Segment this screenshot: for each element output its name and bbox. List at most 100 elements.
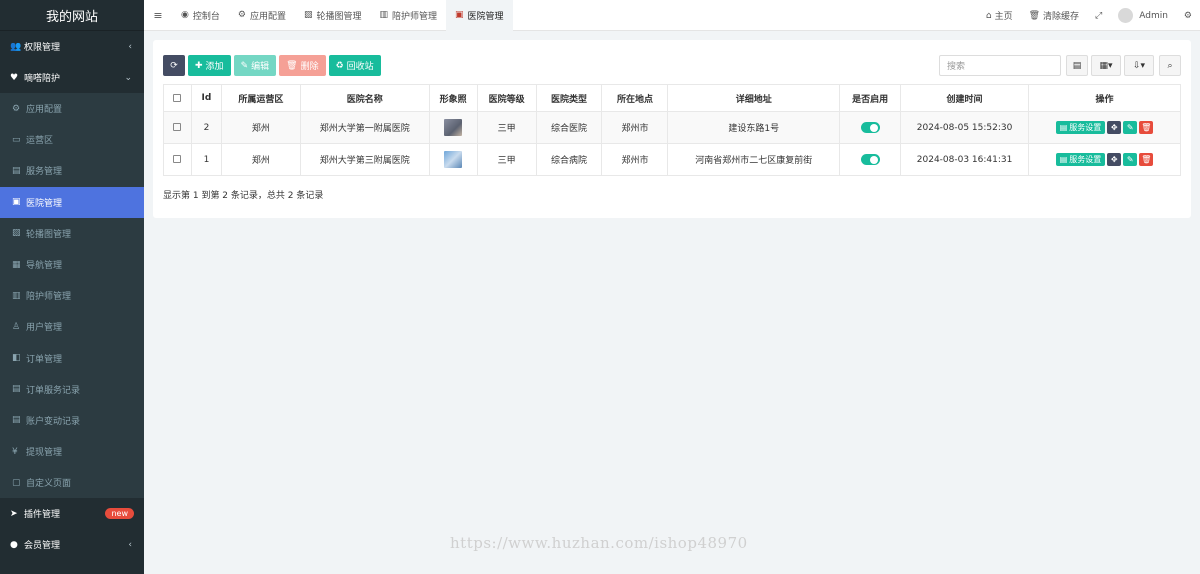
sidebar-item-label: 订单管理 <box>26 354 63 365</box>
columns-button[interactable]: ▦▾ <box>1091 55 1121 76</box>
row-edit-button[interactable]: ✎ <box>1123 153 1138 166</box>
column-header[interactable]: 医院类型 <box>535 84 603 112</box>
cell-created: 2024-08-05 15:52:30 <box>900 111 1029 144</box>
cell-enabled <box>839 143 902 176</box>
tab-dashboard[interactable]: ◉ 控制台 <box>172 0 229 31</box>
column-header[interactable]: 医院名称 <box>299 84 430 112</box>
delete-button[interactable]: 🗑 删除 <box>279 55 326 76</box>
sidebar-item-hospital[interactable]: ▣ 医院管理 <box>0 186 144 218</box>
sidebar-item-order-service-log[interactable]: ▤ 订单服务记录 <box>0 374 144 405</box>
settings-icon[interactable]: ⚙ <box>1176 11 1200 21</box>
row-select-cell[interactable] <box>163 111 192 144</box>
user-name: Admin <box>1139 10 1168 21</box>
sidebar-group-member[interactable]: ● 会员管理 ‹ <box>0 529 144 560</box>
select-all-cell[interactable] <box>163 84 192 112</box>
row-edit-button[interactable]: ✎ <box>1123 121 1138 134</box>
row-delete-button[interactable]: 🗑 <box>1139 153 1154 166</box>
sidebar-item-label: 服务管理 <box>26 167 63 178</box>
sidebar-item-user[interactable]: ♙ 用户管理 <box>0 311 144 342</box>
service-settings-button[interactable]: ▤ 服务设置 <box>1055 153 1106 166</box>
hospital-photo[interactable] <box>444 151 463 168</box>
row-select-cell[interactable] <box>163 143 192 176</box>
search-input[interactable]: 搜索 <box>939 55 1061 76</box>
sidebar-item-region[interactable]: ▭ 运营区 <box>0 124 144 155</box>
avatar <box>1118 8 1134 23</box>
cell-id: 2 <box>190 111 222 144</box>
id-card-icon: ▥ <box>12 290 21 301</box>
row-delete-button[interactable]: 🗑 <box>1139 121 1154 134</box>
fullscreen-icon[interactable]: ⤢ <box>1087 11 1110 21</box>
clipboard-icon: ◧ <box>12 353 21 364</box>
row-checkbox[interactable] <box>173 155 182 163</box>
tab-label: 控制台 <box>192 11 220 22</box>
home-label: 主页 <box>994 12 1013 22</box>
column-header[interactable]: 形象照 <box>428 84 478 112</box>
table-row[interactable]: 1 郑州 郑州大学第三附属医院 三甲 综合病院 郑州市 河南省郑州市二七区康复前… <box>163 143 1181 176</box>
tab-banner[interactable]: ▨ 轮播图管理 <box>295 0 371 31</box>
sidebar-item-custom-page[interactable]: ▢ 自定义页面 <box>0 467 144 498</box>
column-header[interactable]: 创建时间 <box>900 84 1029 112</box>
tab-app-config[interactable]: ⚙ 应用配置 <box>229 0 295 31</box>
search-toggle-button[interactable]: ⌕ <box>1159 55 1181 76</box>
chevron-left-icon: ‹ <box>128 539 132 550</box>
delete-label: 删除 <box>300 61 319 71</box>
home-icon: ⌂ <box>985 10 992 21</box>
add-button[interactable]: ✚ 添加 <box>188 55 231 76</box>
column-header[interactable]: 所属运营区 <box>220 84 301 112</box>
recycle-bin-button[interactable]: ♻ 回收站 <box>328 55 381 76</box>
refresh-button[interactable]: ⟳ <box>163 55 185 76</box>
id-card-icon: ▥ <box>379 10 389 20</box>
export-button[interactable]: ⇩▾ <box>1124 55 1154 76</box>
clear-cache-button[interactable]: 🗑 清除缓存 <box>1021 9 1087 23</box>
sidebar-group-auth[interactable]: 👥 权限管理 ‹ <box>0 31 144 62</box>
home-link[interactable]: ⌂ 主页 <box>978 9 1021 23</box>
enabled-toggle[interactable] <box>860 154 880 165</box>
column-header[interactable]: 是否启用 <box>839 84 902 112</box>
tab-label: 轮播图管理 <box>316 11 362 22</box>
column-header[interactable]: 所在地点 <box>601 84 669 112</box>
gear-icon: ⚙ <box>12 103 21 114</box>
sidebar-group-care[interactable]: ♥ 嘀嗒陪护 ⌄ <box>0 62 144 93</box>
user-menu[interactable]: Admin <box>1110 8 1176 23</box>
drag-sort-button[interactable]: ✥ <box>1107 121 1122 134</box>
sidebar-item-label: 应用配置 <box>26 105 63 116</box>
column-header[interactable]: Id <box>190 84 222 112</box>
file-icon: ▢ <box>12 477 21 488</box>
heart-icon: ♥ <box>10 72 19 83</box>
drag-sort-button[interactable]: ✥ <box>1107 153 1122 166</box>
column-header[interactable]: 医院等级 <box>476 84 537 112</box>
tab-hospital[interactable]: ▣ 医院管理 <box>446 0 513 31</box>
sidebar-item-banner[interactable]: ▨ 轮播图管理 <box>0 218 144 249</box>
sidebar-item-withdraw[interactable]: ¥ 提现管理 <box>0 436 144 467</box>
sidebar-item-app-config[interactable]: ⚙ 应用配置 <box>0 93 144 124</box>
save-icon: ▤ <box>12 384 21 395</box>
trash-icon: 🗑 <box>1141 155 1152 164</box>
brand-title[interactable]: 我的网站 <box>0 0 144 31</box>
service-settings-label: 服务设置 <box>1069 123 1102 132</box>
sidebar-item-label: 陪护师管理 <box>26 292 72 303</box>
sidebar-item-label: 账户变动记录 <box>26 416 81 427</box>
cell-id: 1 <box>190 143 222 176</box>
trash-icon: 🗑 <box>1141 123 1152 132</box>
enabled-toggle[interactable] <box>860 122 880 133</box>
table-row[interactable]: 2 郑州 郑州大学第一附属医院 三甲 综合医院 郑州市 建设东路1号 2024-… <box>163 111 1181 144</box>
sidebar-item-nav[interactable]: ▦ 导航管理 <box>0 249 144 280</box>
toggle-view-button[interactable]: ▤ <box>1066 55 1088 76</box>
tab-caregiver[interactable]: ▥ 陪护师管理 <box>371 0 447 31</box>
service-settings-button[interactable]: ▤ 服务设置 <box>1055 121 1106 134</box>
sidebar-item-caregiver[interactable]: ▥ 陪护师管理 <box>0 280 144 311</box>
sidebar-item-service[interactable]: ▤ 服务管理 <box>0 155 144 186</box>
row-checkbox[interactable] <box>173 123 182 131</box>
sidebar-item-order[interactable]: ◧ 订单管理 <box>0 343 144 374</box>
sidebar-group-plugin[interactable]: ➤ 插件管理 new <box>0 498 144 529</box>
hospital-panel: ⟳ ✚ 添加 ✎ 编辑 🗑 删除 ♻ 回收站 搜索 ▤ ▦▾ ⇩▾ ⌕ Id 所属运营区… <box>153 40 1191 218</box>
select-all-checkbox[interactable] <box>173 93 182 102</box>
hospital-photo[interactable] <box>444 119 463 136</box>
sidebar-item-account-log[interactable]: ▤ 账户变动记录 <box>0 405 144 436</box>
cell-level: 三甲 <box>476 111 537 144</box>
cell-photo <box>428 111 478 144</box>
column-header[interactable]: 详细地址 <box>667 84 841 112</box>
edit-button[interactable]: ✎ 编辑 <box>233 55 277 76</box>
cell-enabled <box>839 111 902 144</box>
menu-toggle-icon[interactable]: ≡ <box>144 9 172 22</box>
